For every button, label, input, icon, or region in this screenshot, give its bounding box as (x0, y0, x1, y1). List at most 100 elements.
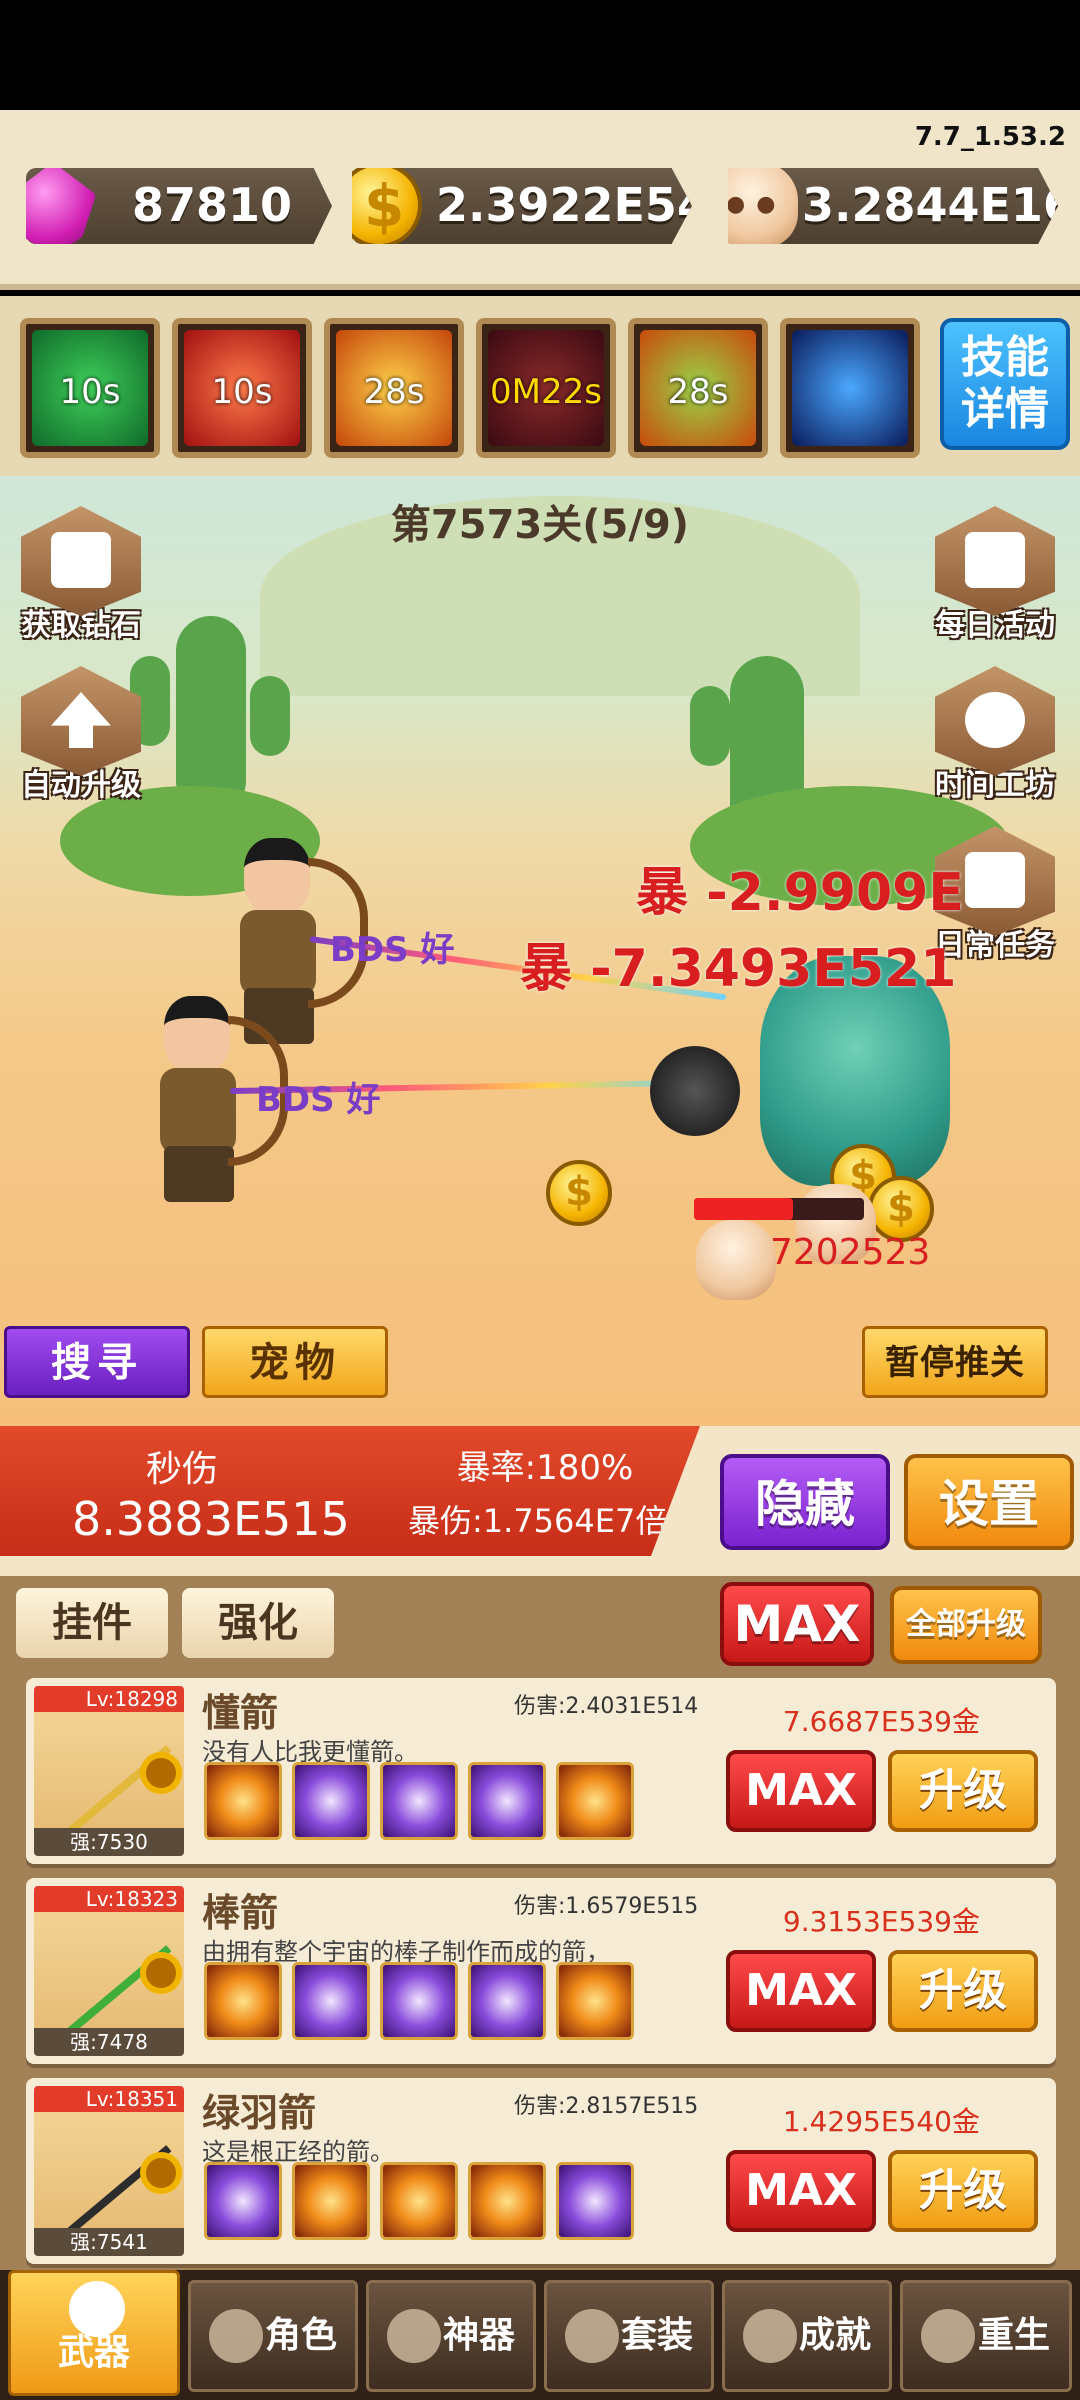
yinyang-gem-icon[interactable] (468, 1962, 546, 2040)
gem-count: 87810 (132, 178, 293, 232)
weapon-max-button[interactable]: MAX (726, 2150, 876, 2232)
lightning-gem-icon[interactable] (468, 2162, 546, 2240)
weapon-level: Lv:18323 (34, 1886, 184, 1912)
skill-icon (792, 330, 908, 446)
skill-popup-text: BDS 好 (330, 930, 455, 970)
skill-popup-text: BDS 好 (256, 1080, 381, 1120)
skill-slot-5[interactable]: 28s (628, 318, 768, 458)
dps-panel: 秒伤 8.3883E515 暴率:180% 暴伤:1.7564E7倍 (0, 1426, 700, 1556)
weapon-upgrade-button[interactable]: 升级 (888, 1750, 1038, 1832)
skill-slot-4[interactable]: 0M22s (476, 318, 616, 458)
settings-button[interactable]: 设置 (904, 1454, 1074, 1550)
coin-drop: $ (546, 1160, 612, 1226)
yinyang-gem-icon[interactable] (380, 1962, 458, 2040)
nav-weapon[interactable]: 武器 (8, 2270, 180, 2396)
skill-slot-6[interactable] (780, 318, 920, 458)
skill-cooldown: 10s (211, 372, 273, 412)
ring-icon (140, 2152, 182, 2194)
skill-bar: 10s 10s 28s 0M22s 28s 技能详情 (0, 296, 1080, 476)
hide-button[interactable]: 隐藏 (720, 1454, 890, 1550)
damage-number: 暴 -2.9909E (636, 863, 964, 923)
weapon-cost: 9.3153E539金 (782, 1905, 980, 1938)
lightning-gem-icon[interactable] (380, 2162, 458, 2240)
armor-icon (565, 2309, 619, 2363)
skill-slot-1[interactable]: 10s (20, 318, 160, 458)
skill-slot-3[interactable]: 28s (324, 318, 464, 458)
yinyang-gem-icon[interactable] (292, 1962, 370, 2040)
skill-cooldown: 28s (667, 372, 729, 412)
skull-count: 3.2844E165 (802, 178, 1080, 232)
tab-enhance[interactable]: 强化 (182, 1588, 334, 1658)
nav-achievement[interactable]: 成就 (722, 2280, 892, 2392)
upgrade-all-button[interactable]: 全部升级 (890, 1586, 1042, 1664)
weapon-card: Lv:18323 强:7478 棒箭 伤害:1.6579E515 由拥有整个宇宙… (26, 1878, 1056, 2064)
weapon-max-button[interactable]: MAX (726, 1950, 876, 2032)
nav-set-label: 套装 (620, 2315, 693, 2356)
auto-upgrade-button[interactable]: 自动升级 (16, 666, 146, 816)
battle-scene: 第7573关(5/9) 获取钻石 自动升级 每日活动 时间工坊 日常任务 BDS… (0, 476, 1080, 1426)
weapon-thumbnail[interactable]: Lv:18351 强:7541 (34, 2086, 184, 2256)
yinyang-gem-icon[interactable] (380, 1762, 458, 1840)
trophy-icon (743, 2309, 797, 2363)
weapon-upgrade-button[interactable]: 升级 (888, 2150, 1038, 2232)
crit-damage: 暴伤:1.7564E7倍 (408, 1502, 668, 1540)
archer-hero (120, 996, 288, 1206)
daily-event-button[interactable]: 每日活动 (930, 506, 1060, 656)
skill-slot-2[interactable]: 10s (172, 318, 312, 458)
weapon-list: Lv:18298 强:7530 懂箭 伤害:2.4031E514 没有人比我更懂… (0, 1676, 1080, 2270)
helmet-icon (209, 2309, 263, 2363)
lightning-gem-icon[interactable] (556, 1962, 634, 2040)
yinyang-gem-icon[interactable] (292, 1762, 370, 1840)
nav-character[interactable]: 角色 (188, 2280, 358, 2392)
weapon-strength: 强:7478 (34, 2028, 184, 2056)
search-button[interactable]: 搜寻 (4, 1326, 190, 1398)
weapon-thumbnail[interactable]: Lv:18298 强:7530 (34, 1686, 184, 1856)
weapon-name: 绿羽箭 (202, 2091, 317, 2135)
gold-counter: 2.3922E540 (352, 168, 692, 244)
skull-counter: 3.2844E165 (728, 168, 1058, 244)
weapon-max-button[interactable]: MAX (726, 1750, 876, 1832)
yinyang-gem-icon[interactable] (556, 2162, 634, 2240)
weapon-damage: 伤害:1.6579E515 (514, 1894, 699, 1919)
clipboard-icon (965, 852, 1025, 908)
version-label: 7.7_1.53.2 (914, 122, 1066, 152)
pause-push-button[interactable]: 暂停推关 (862, 1326, 1048, 1398)
gold-count: 2.3922E540 (436, 178, 741, 232)
flame-icon (921, 2309, 975, 2363)
gem-icon (26, 168, 96, 244)
yinyang-gem-icon[interactable] (468, 1762, 546, 1840)
max-all-button[interactable]: MAX (720, 1582, 874, 1666)
lightning-gem-icon[interactable] (292, 2162, 370, 2240)
nav-weapon-label: 武器 (57, 2332, 130, 2373)
tab-pendant[interactable]: 挂件 (16, 1588, 168, 1658)
time-workshop-button[interactable]: 时间工坊 (930, 666, 1060, 816)
cactus (690, 686, 730, 766)
weapon-strength: 强:7541 (34, 2228, 184, 2256)
yinyang-gem-icon[interactable] (204, 2162, 282, 2240)
dps-value: 8.3883E515 (72, 1492, 350, 1546)
pet-button[interactable]: 宠物 (202, 1326, 388, 1398)
weapon-damage: 伤害:2.8157E515 (514, 2094, 699, 2119)
spiked-ball (650, 1046, 740, 1136)
weapon-cost: 7.6687E539金 (782, 1705, 980, 1738)
skill-detail-button[interactable]: 技能详情 (940, 318, 1070, 450)
skill-cooldown: 10s (59, 372, 121, 412)
up-arrow-icon (51, 692, 111, 748)
lightning-gem-icon[interactable] (204, 1962, 282, 2040)
nav-achievement-label: 成就 (798, 2315, 871, 2356)
lightning-gem-icon[interactable] (204, 1762, 282, 1840)
weapon-card: Lv:18351 强:7541 绿羽箭 伤害:2.8157E515 这是根正经的… (26, 2078, 1056, 2264)
bottom-nav: 武器 角色 神器 套装 成就 重生 (0, 2270, 1080, 2400)
tab-bar: 挂件 强化 MAX 全部升级 (0, 1576, 1080, 1676)
skull-icon (728, 168, 798, 244)
get-diamond-button[interactable]: 获取钻石 (16, 506, 146, 656)
video-icon (51, 532, 111, 588)
nav-artifact[interactable]: 神器 (366, 2280, 536, 2392)
weapon-thumbnail[interactable]: Lv:18323 强:7478 (34, 1886, 184, 2056)
lightning-gem-icon[interactable] (556, 1762, 634, 1840)
nav-rebirth[interactable]: 重生 (900, 2280, 1072, 2392)
weapon-strength: 强:7530 (34, 1828, 184, 1856)
weapon-upgrade-button[interactable]: 升级 (888, 1950, 1038, 2032)
nav-set[interactable]: 套装 (544, 2280, 714, 2392)
weapon-damage: 伤害:2.4031E514 (514, 1694, 699, 1719)
